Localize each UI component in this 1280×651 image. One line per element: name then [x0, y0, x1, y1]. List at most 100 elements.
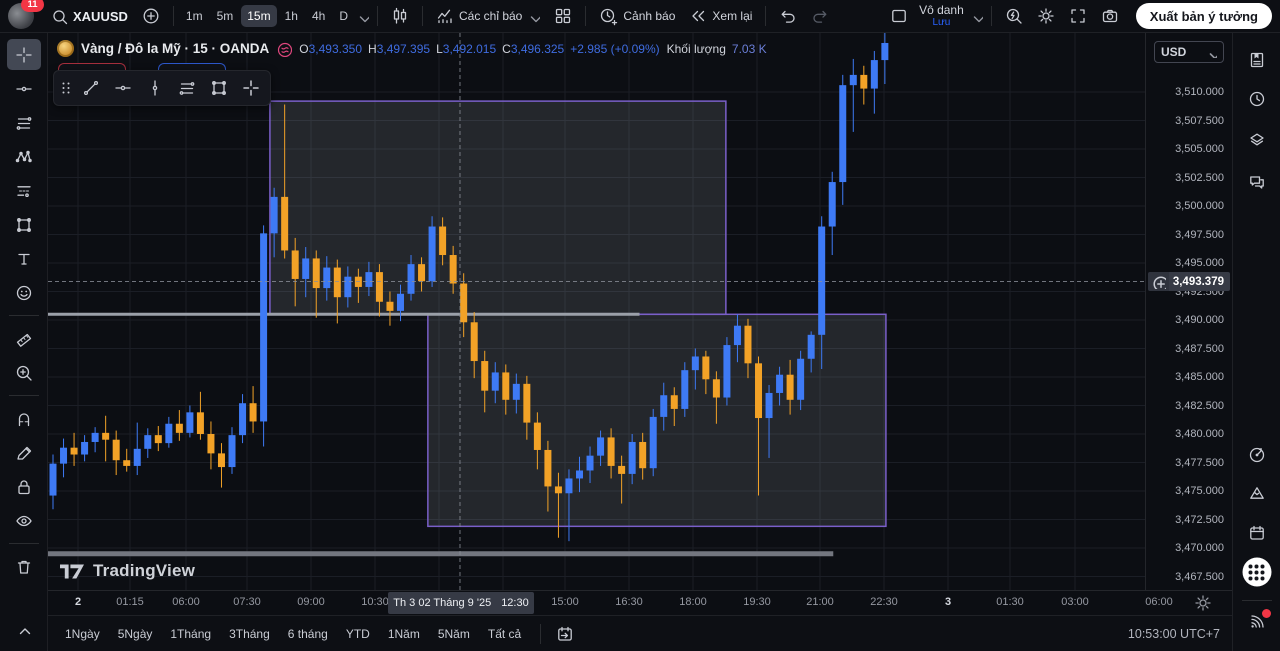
- range-1năm[interactable]: 1Năm: [383, 623, 425, 645]
- indicator-templates-button[interactable]: [547, 3, 579, 29]
- go-to-date-button[interactable]: [549, 621, 581, 647]
- tool-smiley[interactable]: [7, 277, 41, 308]
- time-axis-settings-gear-icon[interactable]: [1194, 594, 1212, 612]
- timeframe-menu-button[interactable]: [354, 6, 371, 27]
- tool-rect-tool[interactable]: [7, 209, 41, 240]
- float-tool-vline-tool[interactable]: [140, 74, 170, 102]
- sidebar-watchlist-button[interactable]: [1240, 44, 1274, 76]
- chat-icon: [1248, 173, 1266, 191]
- ohlc-values: O3,493.350 H3,497.395 L3,492.015 C3,496.…: [299, 42, 659, 56]
- toolbar-drag-handle[interactable]: [58, 74, 74, 102]
- timeframe-4h[interactable]: 4h: [306, 5, 331, 27]
- timeframe-15m[interactable]: 15m: [241, 5, 276, 27]
- add-alert-plus-button[interactable]: [1148, 272, 1169, 291]
- timeframe-D[interactable]: D: [333, 5, 354, 27]
- tool-eye[interactable]: [7, 505, 41, 536]
- publish-idea-button[interactable]: Xuất bản ý tưởng: [1136, 3, 1272, 29]
- range-5ngày[interactable]: 5Ngày: [113, 623, 158, 645]
- range-1tháng[interactable]: 1Tháng: [165, 623, 216, 645]
- undo-button[interactable]: [772, 3, 804, 29]
- sidebar-apps-button[interactable]: [1242, 558, 1271, 587]
- price-chart[interactable]: [48, 33, 1145, 590]
- tool-parallel[interactable]: [7, 107, 41, 138]
- tool-trash[interactable]: [7, 551, 41, 582]
- plus-circle-icon: [1152, 275, 1166, 289]
- text-tool-icon: [15, 250, 33, 268]
- sidebar-layers-button[interactable]: [1240, 124, 1274, 156]
- sidebar-screener-button[interactable]: [1240, 439, 1274, 471]
- drawing-rectangle[interactable]: [428, 314, 886, 526]
- tool-ruler[interactable]: [7, 323, 41, 354]
- user-avatar[interactable]: 11: [8, 3, 34, 29]
- tool-hline-tool[interactable]: [7, 73, 41, 104]
- tool-position[interactable]: [7, 175, 41, 206]
- float-tool-parallel[interactable]: [172, 74, 202, 102]
- timeframe-5m[interactable]: 5m: [211, 5, 240, 27]
- floating-drawing-toolbar: [53, 70, 271, 106]
- price-tick: 3,467.500: [1175, 570, 1224, 584]
- sidebar-chat-button[interactable]: [1240, 166, 1274, 198]
- time-tick: 2: [75, 596, 81, 608]
- crosshair-price-label: 3,493.379: [1148, 272, 1230, 291]
- float-tool-hline-tool[interactable]: [108, 74, 138, 102]
- range-5năm[interactable]: 5Năm: [433, 623, 475, 645]
- sidebar-broadcast-button[interactable]: [1240, 606, 1274, 638]
- currency-dropdown[interactable]: USD: [1154, 41, 1224, 63]
- sidebar-alerts-button[interactable]: [1240, 83, 1274, 115]
- layout-menu-button[interactable]: [968, 6, 985, 27]
- quick-search-button[interactable]: [998, 3, 1030, 29]
- volume-value: 7.03 K: [732, 42, 767, 56]
- range-tất-cả[interactable]: Tất cả: [483, 623, 526, 645]
- time-tick: 10:30: [361, 596, 389, 608]
- tool-magnet[interactable]: [7, 403, 41, 434]
- tradingview-app: 11 XAUUSD 1m5m15m1h4hD Các chỉ báo: [0, 0, 1280, 651]
- tool-pencil[interactable]: [7, 437, 41, 468]
- alert-clock-icon: [599, 7, 618, 26]
- time-axis[interactable]: 201:1506:0007:3009:0010:3015:0016:3018:0…: [48, 590, 1232, 615]
- crosshair-icon: [15, 46, 33, 64]
- exchange-clock[interactable]: 10:53:00 UTC+7: [1128, 627, 1220, 641]
- time-tick: 07:30: [233, 596, 261, 608]
- float-tool-crosshair-pointer[interactable]: [236, 74, 266, 102]
- quick-search-icon: [1005, 7, 1023, 25]
- replay-button[interactable]: Xem lại: [682, 3, 759, 29]
- redo-button[interactable]: [804, 3, 836, 29]
- legend-title[interactable]: Vàng / Đô la Mỹ · 15 · OANDA: [81, 41, 269, 56]
- timeframe-1h[interactable]: 1h: [279, 5, 304, 27]
- time-tick: 01:15: [116, 596, 144, 608]
- indicators-button[interactable]: Các chỉ báo: [429, 3, 547, 29]
- alert-button[interactable]: Cảnh báo: [592, 3, 682, 30]
- tool-zoom-in[interactable]: [7, 357, 41, 388]
- tool-crosshair[interactable]: [7, 39, 41, 70]
- range-3tháng[interactable]: 3Tháng: [224, 623, 275, 645]
- layout-save-link[interactable]: Lưu: [933, 17, 951, 28]
- price-axis[interactable]: USD 3,510.0003,507.5003,505.0003,502.500…: [1146, 33, 1232, 590]
- settings-button[interactable]: [1030, 3, 1062, 29]
- chart-style-button[interactable]: [384, 3, 416, 29]
- price-tick: 3,500.000: [1175, 199, 1224, 213]
- float-tool-rect-tool[interactable]: [204, 74, 234, 102]
- smiley-icon: [15, 284, 33, 302]
- snapshot-button[interactable]: [1094, 3, 1126, 29]
- timeframe-1m[interactable]: 1m: [180, 5, 209, 27]
- layout-select-button[interactable]: [883, 3, 915, 29]
- sidebar-calendar-button[interactable]: [1240, 517, 1274, 549]
- fullscreen-button[interactable]: [1062, 3, 1094, 29]
- trash-icon: [15, 558, 33, 576]
- panel-expand-button[interactable]: [7, 614, 41, 645]
- range-1ngày[interactable]: 1Ngày: [60, 623, 105, 645]
- tool-text-tool[interactable]: [7, 243, 41, 274]
- symbol-search-button[interactable]: XAUUSD: [44, 4, 135, 29]
- range-ytd[interactable]: YTD: [341, 623, 375, 645]
- price-tick: 3,507.500: [1175, 114, 1224, 128]
- layout-name-button[interactable]: Vô danh Lưu: [915, 3, 968, 29]
- market-status-icon[interactable]: [276, 41, 292, 57]
- float-tool-trendline[interactable]: [76, 74, 106, 102]
- range-6-tháng[interactable]: 6 tháng: [283, 623, 333, 645]
- sidebar-ideas-button[interactable]: [1240, 477, 1274, 509]
- tool-lock[interactable]: [7, 471, 41, 502]
- price-tick: 3,475.000: [1175, 484, 1224, 498]
- chart-pane[interactable]: Vàng / Đô la Mỹ · 15 · OANDA O3,493.350 …: [48, 33, 1145, 590]
- tool-xabcd[interactable]: [7, 141, 41, 172]
- compare-add-button[interactable]: [135, 3, 167, 29]
